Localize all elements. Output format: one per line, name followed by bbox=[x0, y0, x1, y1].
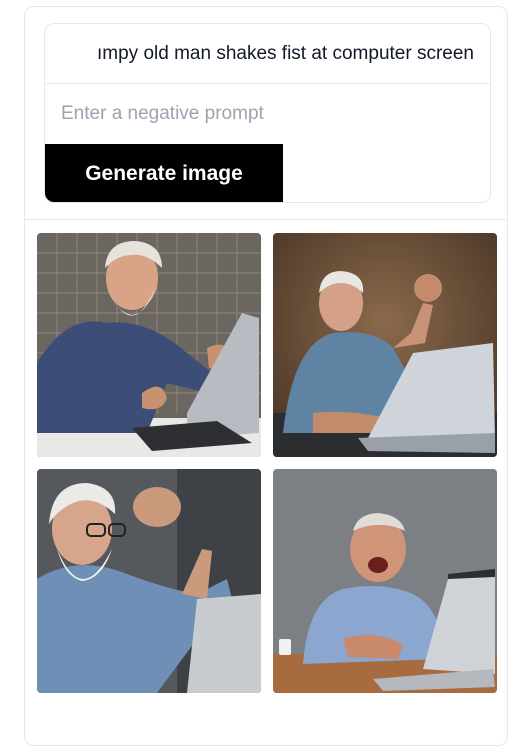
negative-prompt-input[interactable] bbox=[45, 84, 490, 144]
old-man-fist-laptop-image bbox=[37, 233, 261, 457]
generated-image-2[interactable] bbox=[273, 233, 497, 457]
generated-image-1[interactable] bbox=[37, 233, 261, 457]
generated-image-4[interactable] bbox=[273, 469, 497, 693]
prompt-input[interactable]: ımpy old man shakes fist at computer scr… bbox=[45, 24, 490, 84]
image-gallery bbox=[37, 233, 499, 697]
generate-image-button[interactable]: Generate image bbox=[45, 144, 283, 202]
prompt-form: ımpy old man shakes fist at computer scr… bbox=[44, 23, 491, 203]
generated-image-3[interactable] bbox=[37, 469, 261, 693]
prompt-text: ımpy old man shakes fist at computer scr… bbox=[97, 42, 474, 64]
old-man-shouting-laptop-image bbox=[273, 469, 497, 693]
divider bbox=[25, 219, 507, 220]
generator-card: ımpy old man shakes fist at computer scr… bbox=[24, 6, 508, 746]
old-man-glasses-fist-image bbox=[37, 469, 261, 693]
old-man-raised-fist-laptop-image bbox=[273, 233, 497, 457]
